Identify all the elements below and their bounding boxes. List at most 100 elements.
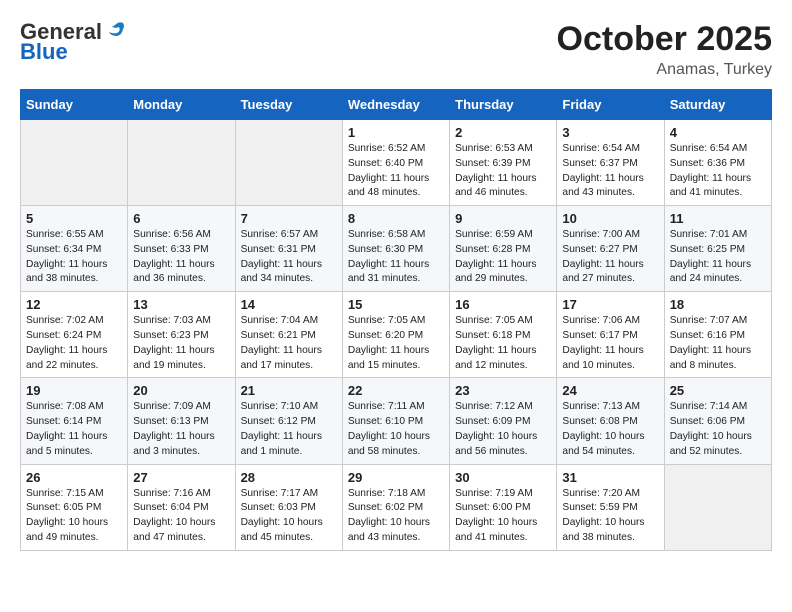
- day-number: 7: [241, 211, 337, 226]
- day-number: 17: [562, 297, 658, 312]
- day-number: 13: [133, 297, 229, 312]
- day-number: 28: [241, 470, 337, 485]
- header-wednesday: Wednesday: [342, 90, 449, 120]
- day-info: Sunrise: 7:08 AM Sunset: 6:14 PM Dayligh…: [26, 400, 122, 459]
- day-number: 6: [133, 211, 229, 226]
- day-info: Sunrise: 6:58 AM Sunset: 6:30 PM Dayligh…: [348, 228, 444, 287]
- day-info: Sunrise: 7:05 AM Sunset: 6:18 PM Dayligh…: [455, 314, 551, 373]
- header-tuesday: Tuesday: [235, 90, 342, 120]
- table-row: 10Sunrise: 7:00 AM Sunset: 6:27 PM Dayli…: [557, 206, 664, 292]
- day-number: 11: [670, 211, 766, 226]
- header-sunday: Sunday: [21, 90, 128, 120]
- day-info: Sunrise: 7:12 AM Sunset: 6:09 PM Dayligh…: [455, 400, 551, 459]
- table-row: 23 Sunrise: 7:12 AM Sunset: 6:09 PM Dayli…: [450, 378, 557, 464]
- day-number: 16: [455, 297, 551, 312]
- day-info: Sunrise: 7:05 AM Sunset: 6:20 PM Dayligh…: [348, 314, 444, 373]
- day-info: Sunrise: 7:03 AM Sunset: 6:23 PM Dayligh…: [133, 314, 229, 373]
- table-row: [664, 464, 771, 550]
- table-row: [235, 120, 342, 206]
- day-info: Sunrise: 7:04 AM Sunset: 6:21 PM Dayligh…: [241, 314, 337, 373]
- day-info: Sunrise: 7:16 AM Sunset: 6:04 PM Dayligh…: [133, 487, 229, 546]
- day-number: 31: [562, 470, 658, 485]
- table-row: 4 Sunrise: 6:54 AM Sunset: 6:36 PM Daylig…: [664, 120, 771, 206]
- day-info: Sunrise: 7:02 AM Sunset: 6:24 PM Dayligh…: [26, 314, 122, 373]
- header-thursday: Thursday: [450, 90, 557, 120]
- calendar-header-row: Sunday Monday Tuesday Wednesday Thursday…: [21, 90, 772, 120]
- day-info: Sunrise: 7:01 AM Sunset: 6:25 PM Dayligh…: [670, 228, 766, 287]
- day-info: Sunrise: 7:19 AM Sunset: 6:00 PM Dayligh…: [455, 487, 551, 546]
- table-row: 24 Sunrise: 7:13 AM Sunset: 6:08 PM Dayli…: [557, 378, 664, 464]
- month-title: October 2025: [557, 20, 772, 59]
- day-number: 22: [348, 383, 444, 398]
- table-row: 8Sunrise: 6:58 AM Sunset: 6:30 PM Daylig…: [342, 206, 449, 292]
- day-number: 26: [26, 470, 122, 485]
- day-number: 23: [455, 383, 551, 398]
- table-row: 6 Sunrise: 6:56 AM Sunset: 6:33 PM Daylig…: [128, 206, 235, 292]
- day-info: Sunrise: 7:06 AM Sunset: 6:17 PM Dayligh…: [562, 314, 658, 373]
- day-info: Sunrise: 6:56 AM Sunset: 6:33 PM Dayligh…: [133, 228, 229, 287]
- table-row: 31 Sunrise: 7:20 AM Sunset: 5:59 PM Dayli…: [557, 464, 664, 550]
- location-title: Anamas, Turkey: [557, 61, 772, 79]
- table-row: 1Sunrise: 6:52 AM Sunset: 6:40 PM Daylig…: [342, 120, 449, 206]
- day-number: 18: [670, 297, 766, 312]
- table-row: 25Sunrise: 7:14 AM Sunset: 6:06 PM Dayli…: [664, 378, 771, 464]
- logo-blue: Blue: [20, 40, 68, 64]
- day-number: 5: [26, 211, 122, 226]
- table-row: 13 Sunrise: 7:03 AM Sunset: 6:23 PM Dayli…: [128, 292, 235, 378]
- table-row: 20 Sunrise: 7:09 AM Sunset: 6:13 PM Dayli…: [128, 378, 235, 464]
- day-number: 12: [26, 297, 122, 312]
- table-row: 14 Sunrise: 7:04 AM Sunset: 6:21 PM Dayli…: [235, 292, 342, 378]
- table-row: 27Sunrise: 7:16 AM Sunset: 6:04 PM Dayli…: [128, 464, 235, 550]
- day-info: Sunrise: 6:53 AM Sunset: 6:39 PM Dayligh…: [455, 142, 551, 201]
- day-number: 15: [348, 297, 444, 312]
- table-row: 7 Sunrise: 6:57 AM Sunset: 6:31 PM Daylig…: [235, 206, 342, 292]
- day-info: Sunrise: 6:52 AM Sunset: 6:40 PM Dayligh…: [348, 142, 444, 201]
- day-info: Sunrise: 7:18 AM Sunset: 6:02 PM Dayligh…: [348, 487, 444, 546]
- table-row: 5 Sunrise: 6:55 AM Sunset: 6:34 PM Daylig…: [21, 206, 128, 292]
- table-row: 30 Sunrise: 7:19 AM Sunset: 6:00 PM Dayli…: [450, 464, 557, 550]
- day-info: Sunrise: 7:09 AM Sunset: 6:13 PM Dayligh…: [133, 400, 229, 459]
- table-row: 21 Sunrise: 7:10 AM Sunset: 6:12 PM Dayli…: [235, 378, 342, 464]
- table-row: 9 Sunrise: 6:59 AM Sunset: 6:28 PM Daylig…: [450, 206, 557, 292]
- logo: General Blue: [20, 20, 125, 64]
- logo-bird-icon: [105, 21, 125, 39]
- day-info: Sunrise: 7:13 AM Sunset: 6:08 PM Dayligh…: [562, 400, 658, 459]
- day-info: Sunrise: 6:59 AM Sunset: 6:28 PM Dayligh…: [455, 228, 551, 287]
- table-row: 16 Sunrise: 7:05 AM Sunset: 6:18 PM Dayli…: [450, 292, 557, 378]
- table-row: 11 Sunrise: 7:01 AM Sunset: 6:25 PM Dayli…: [664, 206, 771, 292]
- day-number: 9: [455, 211, 551, 226]
- day-info: Sunrise: 7:20 AM Sunset: 5:59 PM Dayligh…: [562, 487, 658, 546]
- day-info: Sunrise: 7:17 AM Sunset: 6:03 PM Dayligh…: [241, 487, 337, 546]
- header-monday: Monday: [128, 90, 235, 120]
- calendar-week-row: 19 Sunrise: 7:08 AM Sunset: 6:14 PM Dayli…: [21, 378, 772, 464]
- calendar-week-row: 5 Sunrise: 6:55 AM Sunset: 6:34 PM Daylig…: [21, 206, 772, 292]
- day-info: Sunrise: 7:07 AM Sunset: 6:16 PM Dayligh…: [670, 314, 766, 373]
- day-info: Sunrise: 7:00 AM Sunset: 6:27 PM Dayligh…: [562, 228, 658, 287]
- table-row: 28 Sunrise: 7:17 AM Sunset: 6:03 PM Dayli…: [235, 464, 342, 550]
- day-info: Sunrise: 6:55 AM Sunset: 6:34 PM Dayligh…: [26, 228, 122, 287]
- day-number: 14: [241, 297, 337, 312]
- day-number: 19: [26, 383, 122, 398]
- table-row: [21, 120, 128, 206]
- day-info: Sunrise: 6:57 AM Sunset: 6:31 PM Dayligh…: [241, 228, 337, 287]
- table-row: 3Sunrise: 6:54 AM Sunset: 6:37 PM Daylig…: [557, 120, 664, 206]
- table-row: 29Sunrise: 7:18 AM Sunset: 6:02 PM Dayli…: [342, 464, 449, 550]
- day-info: Sunrise: 7:10 AM Sunset: 6:12 PM Dayligh…: [241, 400, 337, 459]
- table-row: 2Sunrise: 6:53 AM Sunset: 6:39 PM Daylig…: [450, 120, 557, 206]
- day-info: Sunrise: 7:14 AM Sunset: 6:06 PM Dayligh…: [670, 400, 766, 459]
- day-info: Sunrise: 6:54 AM Sunset: 6:36 PM Dayligh…: [670, 142, 766, 201]
- table-row: 15 Sunrise: 7:05 AM Sunset: 6:20 PM Dayli…: [342, 292, 449, 378]
- day-number: 24: [562, 383, 658, 398]
- calendar-table: Sunday Monday Tuesday Wednesday Thursday…: [20, 89, 772, 551]
- table-row: 19 Sunrise: 7:08 AM Sunset: 6:14 PM Dayli…: [21, 378, 128, 464]
- title-block: October 2025 Anamas, Turkey: [557, 20, 772, 79]
- table-row: 22 Sunrise: 7:11 AM Sunset: 6:10 PM Dayli…: [342, 378, 449, 464]
- day-info: Sunrise: 7:15 AM Sunset: 6:05 PM Dayligh…: [26, 487, 122, 546]
- table-row: [128, 120, 235, 206]
- table-row: 26 Sunrise: 7:15 AM Sunset: 6:05 PM Dayli…: [21, 464, 128, 550]
- day-info: Sunrise: 7:11 AM Sunset: 6:10 PM Dayligh…: [348, 400, 444, 459]
- day-number: 21: [241, 383, 337, 398]
- day-number: 20: [133, 383, 229, 398]
- day-number: 30: [455, 470, 551, 485]
- day-number: 4: [670, 125, 766, 140]
